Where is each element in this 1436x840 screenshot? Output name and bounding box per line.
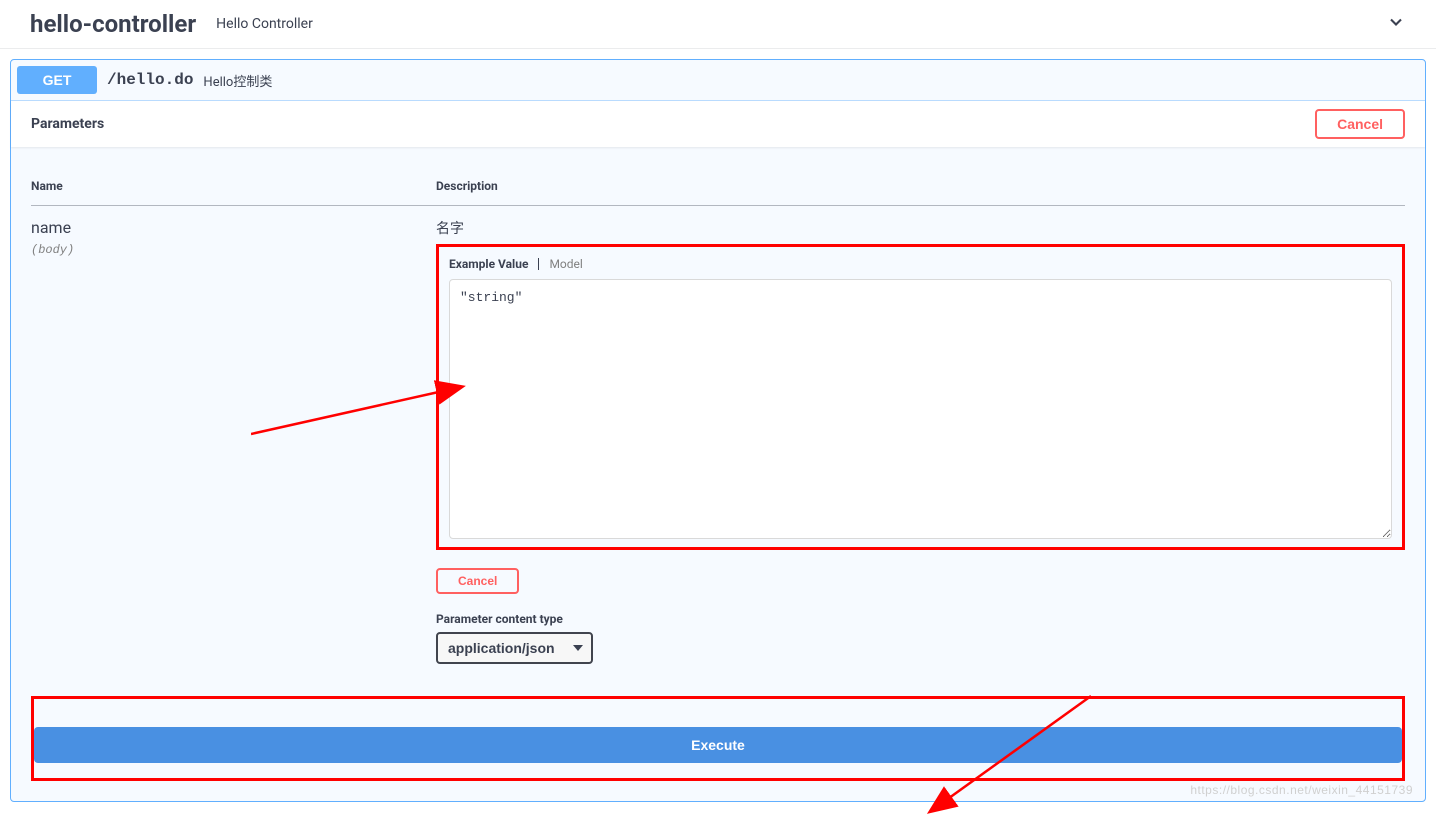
column-description: Description	[436, 167, 1405, 206]
tag-header[interactable]: hello-controller Hello Controller	[0, 0, 1436, 49]
chevron-down-icon[interactable]	[1386, 12, 1406, 36]
tab-model[interactable]: Model	[541, 257, 582, 271]
param-in: (body)	[31, 243, 436, 257]
content-type-label: Parameter content type	[436, 612, 1405, 626]
content-type-select[interactable]: application/json	[436, 632, 593, 664]
param-description: 名字	[436, 218, 1405, 238]
parameters-title: Parameters	[31, 116, 104, 132]
execute-button[interactable]: Execute	[34, 727, 1402, 763]
annotation-box-body: Example Value Model	[436, 244, 1405, 550]
tag-name: hello-controller	[30, 10, 196, 38]
watermark: https://blog.csdn.net/weixin_44151739	[1190, 783, 1413, 797]
parameters-table: Name Description name (body) 名字	[31, 167, 1405, 676]
column-name: Name	[31, 167, 436, 206]
content-type-select-wrap: application/json	[436, 632, 593, 664]
tag-description: Hello Controller	[216, 16, 313, 32]
annotation-box-execute: Execute	[31, 696, 1405, 781]
parameter-row: name (body) 名字 Example Value Model	[31, 206, 1405, 677]
tab-example-value[interactable]: Example Value	[449, 257, 536, 271]
operation-block: GET /hello.do Hello控制类 Parameters Cancel…	[10, 59, 1426, 802]
parameters-header: Parameters Cancel	[11, 101, 1425, 147]
body-textarea[interactable]	[449, 279, 1392, 539]
param-name: name	[31, 218, 436, 237]
operation-summary-text: Hello控制类	[203, 71, 272, 90]
tab-separator	[538, 258, 539, 270]
cancel-body-button[interactable]: Cancel	[436, 568, 519, 594]
cancel-button[interactable]: Cancel	[1315, 109, 1405, 139]
operation-path: /hello.do	[107, 71, 193, 89]
operation-summary[interactable]: GET /hello.do Hello控制类	[11, 60, 1425, 101]
method-badge: GET	[17, 66, 97, 94]
